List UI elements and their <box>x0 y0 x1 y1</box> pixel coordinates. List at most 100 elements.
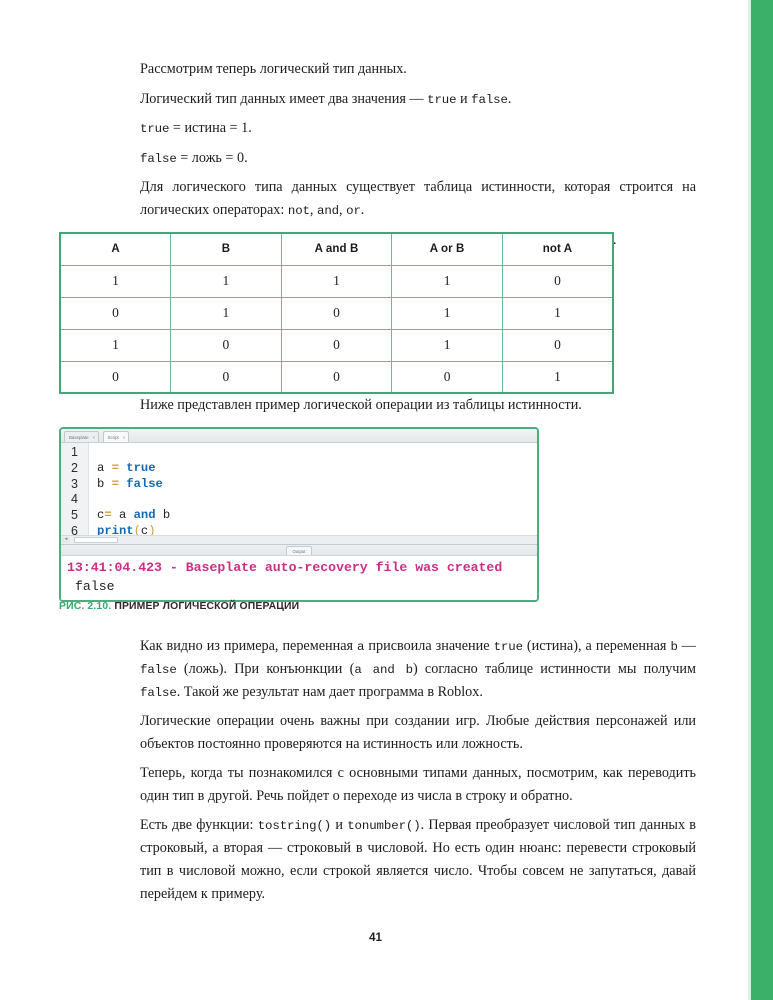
text-fragment: . <box>507 90 512 107</box>
line-number: 2 <box>71 460 78 475</box>
table-cell: 0 <box>280 360 393 394</box>
editor-tab-label: Baseplate <box>69 435 89 440</box>
paragraph-body-1: Как видно из примера, переменная a присв… <box>140 635 696 704</box>
paragraph-body-3: Теперь, когда ты познакомился с основным… <box>140 765 696 804</box>
inline-code-false: false <box>140 663 177 677</box>
text-fragment: Как видно из примера, переменная <box>140 638 358 654</box>
inline-code-not: not <box>287 204 310 218</box>
truth-table-head: A B A and B A or B not A <box>59 232 614 266</box>
code-line: c= a and b <box>97 508 537 524</box>
body-text-block: Как видно из примера, переменная a присв… <box>140 635 696 907</box>
table-cell: 1 <box>170 264 282 298</box>
paragraph-false-def: false = ложь = 0. <box>140 147 696 170</box>
table-header-row: A B A and B A or B not A <box>59 232 614 266</box>
output-panel: Output 13:41:04.423 - Baseplate auto-rec… <box>61 544 537 600</box>
line-number: 5 <box>71 508 78 523</box>
table-row: 0 0 0 0 1 <box>59 360 614 394</box>
line-number: 4 <box>71 492 78 507</box>
table-cell: 1 <box>391 264 503 298</box>
inline-code-true: true <box>427 92 457 107</box>
close-icon[interactable]: × <box>123 432 126 443</box>
text-fragment: присвоила значение <box>364 638 494 654</box>
book-page: Рассмотрим теперь логический тип данных.… <box>0 0 751 1000</box>
inline-code-true: true <box>140 122 170 136</box>
table-cell: 0 <box>59 296 172 330</box>
paragraph-intro-2: Логический тип данных имеет два значения… <box>140 88 696 111</box>
line-number-gutter: 1 2 3 4 5 6 <box>61 443 89 538</box>
table-row: 1 0 0 1 0 <box>59 328 614 362</box>
code-token: = <box>111 460 127 475</box>
text-fragment: Есть две функции: <box>140 817 258 833</box>
table-cell: 0 <box>170 328 282 362</box>
text-fragment: . <box>360 202 365 218</box>
table-cell: 1 <box>391 328 503 362</box>
table-cell: 0 <box>280 328 393 362</box>
code-token: false <box>126 476 163 491</box>
paragraph-intro-1: Рассмотрим теперь логический тип данных. <box>140 61 407 77</box>
code-editing-area[interactable]: 1 2 3 4 5 6 a = true b = false c= a and b… <box>61 443 537 538</box>
table-cell: 1 <box>170 296 282 330</box>
table-cell: 1 <box>501 296 614 330</box>
intro-text-block: Рассмотрим теперь логический тип данных.… <box>140 58 696 258</box>
table-cell: 1 <box>280 264 393 298</box>
table-cell: 1 <box>391 296 503 330</box>
inline-code-false: false <box>140 686 177 700</box>
text-fragment: = истина = 1. <box>169 120 252 136</box>
table-cell: 0 <box>501 264 614 298</box>
scroll-left-arrow-icon[interactable]: ◂ <box>62 537 70 543</box>
inline-code-or: or <box>346 204 361 218</box>
code-text[interactable]: a = true b = false c= a and b print(c) <box>89 443 537 538</box>
paragraph-figure-lead: Ниже представлен пример логической опера… <box>140 397 582 413</box>
code-token: a <box>111 508 134 523</box>
editor-tab-label: Script <box>107 435 119 440</box>
editor-tab-baseplate[interactable]: Baseplate × <box>64 431 99 442</box>
inline-code-and: and <box>317 204 340 218</box>
tab-output[interactable]: Output <box>285 546 313 555</box>
text-fragment: и <box>456 90 472 107</box>
code-token: = <box>111 476 127 491</box>
inline-code-b: b <box>670 640 678 654</box>
truth-table-body: 1 1 1 1 0 0 1 0 1 1 1 0 0 1 0 0 0 0 0 1 <box>59 264 614 394</box>
code-token: a <box>97 460 112 475</box>
text-fragment: Для логического типа данных существует т… <box>140 179 696 218</box>
text-fragment: ) согласно таблице истинности мы получим <box>413 661 696 677</box>
editor-tab-bar[interactable]: Baseplate × Script × <box>61 429 537 443</box>
inline-code-a-and-b: a and b <box>354 663 413 677</box>
editor-horizontal-scrollbar[interactable]: ◂ <box>61 535 537 544</box>
close-icon[interactable]: × <box>92 432 95 443</box>
code-token: and <box>133 508 156 523</box>
text-fragment: = ложь = 0. <box>176 149 248 166</box>
table-cell: 1 <box>501 360 614 394</box>
code-token: true <box>126 460 156 475</box>
page-number: 41 <box>369 932 382 944</box>
line-number: 1 <box>71 445 78 459</box>
table-row: 0 1 0 1 1 <box>59 296 614 330</box>
table-cell: 0 <box>59 360 172 394</box>
table-cell: 1 <box>59 328 172 362</box>
text-fragment: . Такой же результат нам дает программа … <box>176 684 483 700</box>
paragraph-body-4: Есть две функции: tostring() и tonumber(… <box>140 814 696 906</box>
table-cell: 0 <box>170 360 282 394</box>
figure-lead-text: Ниже представлен пример логической опера… <box>140 394 696 422</box>
scrollbar-thumb[interactable] <box>74 537 118 543</box>
column-header-a-and-b: A and B <box>280 232 393 266</box>
editor-tab-script[interactable]: Script × <box>102 431 129 443</box>
text-fragment: — <box>677 638 696 654</box>
inline-code-tonumber: tonumber() <box>347 819 421 833</box>
output-tab-bar[interactable]: Output <box>61 545 537 556</box>
console-line-error: 13:41:04.423 - Baseplate auto-recovery f… <box>67 560 503 575</box>
truth-table-container: A B A and B A or B not A 1 1 1 1 0 0 1 0… <box>59 232 614 394</box>
table-cell: 0 <box>501 328 614 362</box>
text-fragment: Логический тип данных имеет два значения… <box>140 90 428 107</box>
text-fragment: , <box>309 202 317 218</box>
table-cell: 0 <box>391 360 503 394</box>
paragraph-body-2: Логические операции очень важны при созд… <box>140 713 696 752</box>
column-header-a-or-b: A or B <box>391 232 503 266</box>
column-header-b: B <box>170 232 282 266</box>
figure-caption: РИС. 2.10. ПРИМЕР ЛОГИЧЕСКОЙ ОПЕРАЦИИ <box>59 601 299 612</box>
text-fragment: (ложь). При конъюнкции ( <box>176 661 355 677</box>
paragraph-true-def: true = истина = 1. <box>140 117 696 140</box>
text-fragment: и <box>331 817 348 833</box>
figure-title: ПРИМЕР ЛОГИЧЕСКОЙ ОПЕРАЦИИ <box>114 601 300 612</box>
